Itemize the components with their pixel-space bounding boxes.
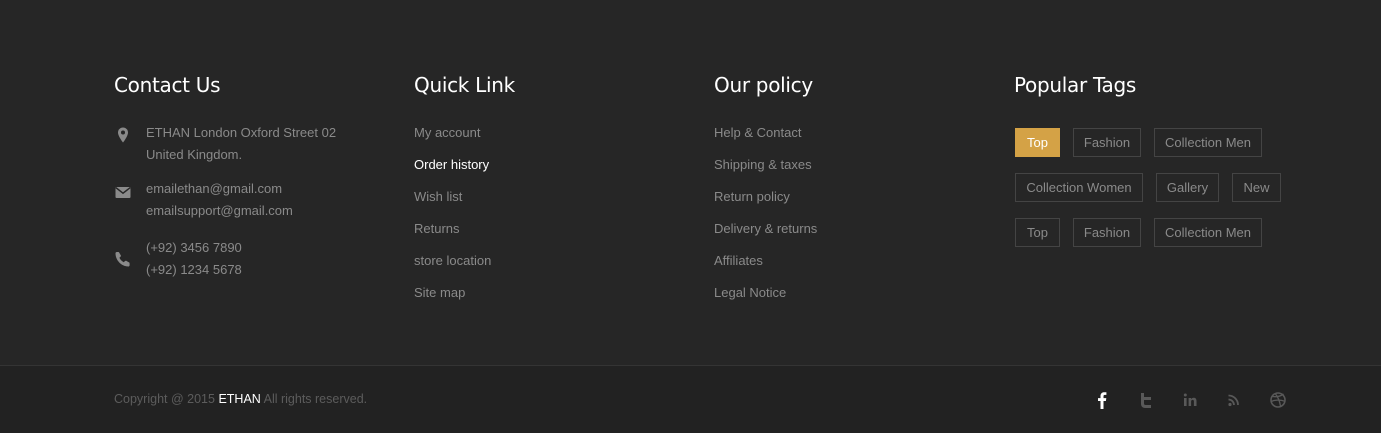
copyright-suffix: All rights reserved.: [263, 392, 368, 406]
link-site-map[interactable]: Site map: [414, 282, 654, 314]
link-help-contact[interactable]: Help & Contact: [714, 122, 954, 154]
email-2[interactable]: emailsupport@gmail.com: [146, 200, 374, 222]
phone-icon: [115, 251, 131, 267]
tag-collection-women[interactable]: Collection Women: [1015, 173, 1143, 202]
dribbble-icon[interactable]: [1268, 390, 1288, 410]
copyright-prefix: Copyright @ 2015: [114, 392, 215, 406]
footer-main: Contact Us ETHAN London Oxford Street 02…: [0, 0, 1381, 365]
copyright-text: Copyright @ 2015 ETHAN All rights reserv…: [114, 391, 367, 407]
quick-link-column: Quick Link My account Order history Wish…: [414, 70, 654, 314]
tag-top[interactable]: Top: [1015, 128, 1060, 157]
tag-top-2[interactable]: Top: [1015, 218, 1060, 247]
address-line-1: ETHAN London Oxford Street 02: [146, 125, 337, 140]
tags-title: Popular Tags: [1014, 73, 1137, 97]
link-wish-list[interactable]: Wish list: [414, 186, 654, 218]
location-pin-icon: [115, 127, 131, 143]
contact-title: Contact Us: [114, 73, 221, 97]
copyright-brand[interactable]: ETHAN: [218, 392, 260, 406]
facebook-icon[interactable]: [1092, 390, 1112, 410]
envelope-icon: [115, 184, 131, 200]
tags-column: Popular Tags Top Fashion Collection Men …: [1014, 70, 1294, 248]
quick-link-title: Quick Link: [414, 73, 515, 97]
link-order-history[interactable]: Order history: [414, 154, 654, 186]
link-affiliates[interactable]: Affiliates: [714, 250, 954, 282]
tag-collection-men-2[interactable]: Collection Men: [1154, 218, 1262, 247]
policy-list: Help & Contact Shipping & taxes Return p…: [714, 122, 954, 314]
link-legal-notice[interactable]: Legal Notice: [714, 282, 954, 314]
linkedin-icon[interactable]: [1180, 390, 1200, 410]
footer-bottom-bar: Copyright @ 2015 ETHAN All rights reserv…: [0, 366, 1381, 433]
link-store-location[interactable]: store location: [414, 250, 654, 282]
address-line-2: United Kingdom.: [146, 147, 243, 162]
contact-address: ETHAN London Oxford Street 02 United Kin…: [114, 122, 374, 166]
phone-1: (+92) 3456 7890: [146, 240, 242, 255]
policy-column: Our policy Help & Contact Shipping & tax…: [714, 70, 954, 314]
twitter-icon[interactable]: [1136, 390, 1156, 410]
link-returns[interactable]: Returns: [414, 218, 654, 250]
tag-cloud: Top Fashion Collection Men Collection Wo…: [1014, 128, 1294, 248]
contact-email: emailethan@gmail.com emailsupport@gmail.…: [114, 178, 374, 222]
tag-fashion[interactable]: Fashion: [1073, 128, 1141, 157]
contact-list: ETHAN London Oxford Street 02 United Kin…: [114, 122, 374, 281]
link-delivery-returns[interactable]: Delivery & returns: [714, 218, 954, 250]
email-1[interactable]: emailethan@gmail.com: [146, 178, 374, 200]
phone-2: (+92) 1234 5678: [146, 262, 242, 277]
tag-collection-men[interactable]: Collection Men: [1154, 128, 1262, 157]
policy-title: Our policy: [714, 73, 813, 97]
link-my-account[interactable]: My account: [414, 122, 654, 154]
link-return-policy[interactable]: Return policy: [714, 186, 954, 218]
rss-icon[interactable]: [1224, 390, 1244, 410]
link-shipping-taxes[interactable]: Shipping & taxes: [714, 154, 954, 186]
tag-fashion-2[interactable]: Fashion: [1073, 218, 1141, 247]
quick-link-list: My account Order history Wish list Retur…: [414, 122, 654, 314]
tag-new[interactable]: New: [1232, 173, 1281, 202]
tag-gallery[interactable]: Gallery: [1156, 173, 1219, 202]
contact-column: Contact Us ETHAN London Oxford Street 02…: [114, 70, 374, 281]
contact-phone: (+92) 3456 7890 (+92) 1234 5678: [114, 237, 374, 281]
